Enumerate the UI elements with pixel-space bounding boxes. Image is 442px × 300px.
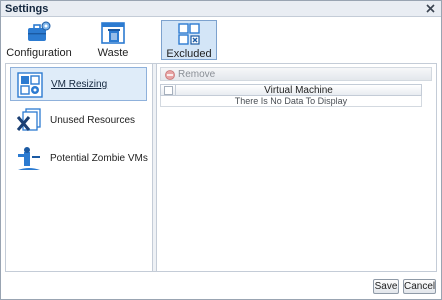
toolbar-configuration-label: Configuration xyxy=(6,47,72,59)
column-header-virtual-machine[interactable]: Virtual Machine xyxy=(176,85,421,96)
toolbar-waste-button[interactable]: Waste xyxy=(91,20,135,60)
toolbar-configuration-button[interactable]: Configuration xyxy=(5,20,73,60)
unused-resources-icon xyxy=(16,108,41,131)
cancel-button[interactable]: Cancel xyxy=(403,279,436,294)
remove-icon xyxy=(165,70,175,80)
vm-resizing-icon xyxy=(17,72,43,98)
grid-empty-message: There Is No Data To Display xyxy=(160,96,422,107)
nav-item-vm-resizing[interactable]: VM Resizing xyxy=(10,67,147,101)
settings-body: VM Resizing Unused Resources Potential Z… xyxy=(5,63,437,272)
nav-item-unused-resources[interactable]: Unused Resources xyxy=(10,104,147,138)
zombie-vm-icon xyxy=(18,147,40,170)
grid-toolbar: Remove xyxy=(160,67,432,81)
briefcase-gear-icon xyxy=(28,21,51,41)
settings-dialog: Settings Configuration Waste Excluded VM… xyxy=(0,0,442,300)
nav-item-label: VM Resizing xyxy=(51,79,108,90)
trash-window-icon xyxy=(101,22,125,44)
select-all-checkbox[interactable] xyxy=(164,86,173,95)
toolbar-excluded-label: Excluded xyxy=(166,48,212,60)
nav-item-label: Potential Zombie VMs xyxy=(50,153,148,164)
panel-splitter[interactable] xyxy=(153,64,157,271)
nav-item-label: Unused Resources xyxy=(50,115,136,126)
excluded-list-panel: Remove Virtual Machine There Is No Data … xyxy=(158,64,436,271)
close-icon[interactable] xyxy=(424,2,437,15)
category-nav: VM Resizing Unused Resources Potential Z… xyxy=(6,64,153,271)
save-button[interactable]: Save xyxy=(373,279,399,294)
settings-toolbar: Configuration Waste Excluded xyxy=(1,18,441,62)
excluded-grid: Virtual Machine There Is No Data To Disp… xyxy=(160,84,422,107)
toolbar-excluded-button[interactable]: Excluded xyxy=(161,20,217,60)
dialog-title: Settings xyxy=(5,3,49,15)
dialog-footer: Save Cancel xyxy=(1,277,441,299)
grid-header: Virtual Machine xyxy=(160,84,422,96)
toolbar-waste-label: Waste xyxy=(97,47,129,59)
remove-label: Remove xyxy=(178,69,216,80)
title-bar: Settings xyxy=(1,1,441,17)
nav-item-potential-zombie-vms[interactable]: Potential Zombie VMs xyxy=(10,142,148,176)
excluded-grid-icon xyxy=(178,23,200,45)
